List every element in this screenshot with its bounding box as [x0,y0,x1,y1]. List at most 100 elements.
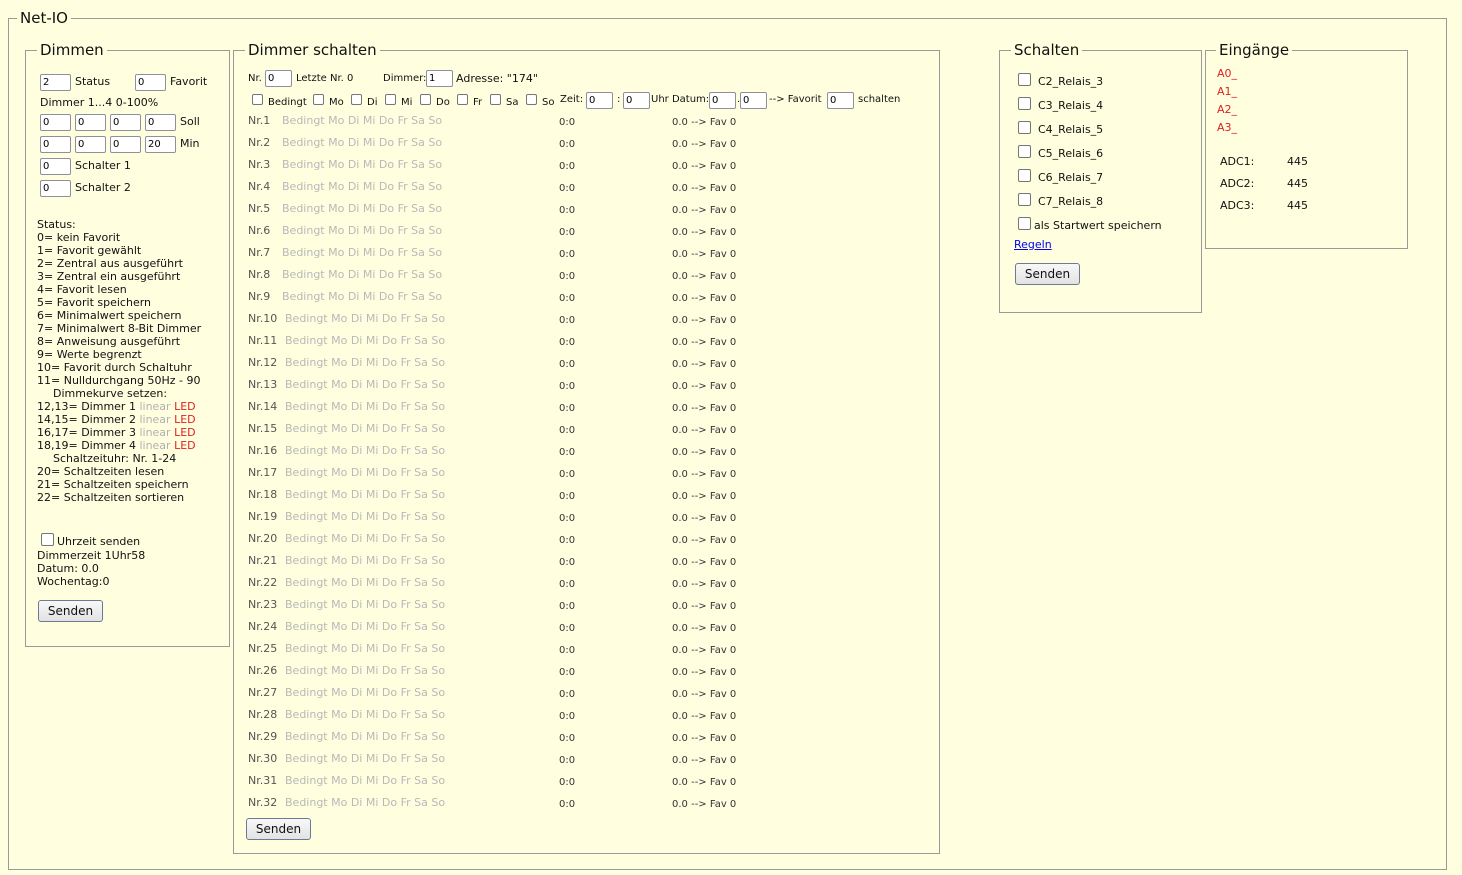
schedule-row-nr: Nr.29 [248,730,278,743]
soll-input-2[interactable] [75,114,106,131]
relay-c4-label: C4_Relais_5 [1038,123,1104,136]
schedule-row-nr: Nr.18 [248,488,278,501]
relay-c2-checkbox[interactable] [1018,73,1031,86]
schedule-row-time: 0:0 [559,645,576,656]
status-line: 5= Favorit speichern [37,296,152,309]
bedingt-label: Bedingt [268,97,307,108]
zeit-hour-input[interactable] [586,92,613,109]
di-checkbox[interactable] [351,94,362,105]
schedule-row-nr: Nr.2 [248,136,271,149]
relay-c6-checkbox[interactable] [1018,169,1031,182]
schedule-row-nr: Nr.22 [248,576,278,589]
schalter1-input[interactable] [40,158,71,175]
schedule-row-nr: Nr.16 [248,444,278,457]
curve-linear: linear [139,413,171,426]
schedule-row-nr: Nr.26 [248,664,278,677]
favorit-input[interactable] [135,74,166,91]
schedule-row-nr: Nr.32 [248,796,278,809]
schedule-row-days: Bedingt Mo Di Mi Do Fr Sa So [285,312,446,325]
status-input[interactable] [40,74,71,91]
favorit-arrow-label: --> Favorit [769,94,822,105]
min-input-3[interactable] [110,136,141,153]
schedule-row-days: Bedingt Mo Di Mi Do Fr Sa So [285,422,446,435]
input-a0: A0_ [1217,67,1238,80]
schedule-row-fav: 0.0 --> Fav 0 [672,425,737,436]
regeln-link[interactable]: Regeln [1014,238,1052,251]
schedule-row-time: 0:0 [559,689,576,700]
schedule-row-fav: 0.0 --> Fav 0 [672,271,737,282]
schedule-row-days: Bedingt Mo Di Mi Do Fr Sa So [282,114,443,127]
soll-input-4[interactable] [145,114,176,131]
schedule-row-nr: Nr.12 [248,356,278,369]
schedule-row-fav: 0.0 --> Fav 0 [672,601,737,612]
schedule-row-nr: Nr.7 [248,246,271,259]
schedule-row-nr: Nr.6 [248,224,271,237]
sa-checkbox[interactable] [490,94,501,105]
relay-c7-checkbox[interactable] [1018,193,1031,206]
min-input-2[interactable] [75,136,106,153]
zeit-separator: : [617,94,621,105]
schedule-row-time: 0:0 [559,755,576,766]
soll-input-1[interactable] [40,114,71,131]
schedule-row-nr: Nr.23 [248,598,278,611]
schedule-row-days: Bedingt Mo Di Mi Do Fr Sa So [285,774,446,787]
mi-checkbox[interactable] [385,94,396,105]
schedule-row-days: Bedingt Mo Di Mi Do Fr Sa So [285,796,446,809]
relay-c5-label: C5_Relais_6 [1038,147,1104,160]
do-checkbox[interactable] [420,94,431,105]
min-input-1[interactable] [40,136,71,153]
schedule-row-nr: Nr.14 [248,400,278,413]
schedule-row-fav: 0.0 --> Fav 0 [672,469,737,480]
soll-input-3[interactable] [110,114,141,131]
schedule-row-time: 0:0 [559,337,576,348]
status-line: 10= Favorit durch Schaltuhr [37,361,192,374]
dimmen-legend: Dimmen [37,42,107,59]
status-line: 7= Minimalwert 8-Bit Dimmer [37,322,202,335]
schalten-label: schalten [858,94,901,105]
do-label: Do [436,97,450,108]
schedule-row-fav: 0.0 --> Fav 0 [672,293,737,304]
schedule-row-time: 0:0 [559,799,576,810]
schedule-row-fav: 0.0 --> Fav 0 [672,161,737,172]
zeit-minute-input[interactable] [623,92,650,109]
schedule-row-fav: 0.0 --> Fav 0 [672,227,737,238]
schedule-row-nr: Nr.19 [248,510,278,523]
relay-c5-checkbox[interactable] [1018,145,1031,158]
startwert-checkbox[interactable] [1018,217,1031,230]
schedule-row-time: 0:0 [559,293,576,304]
schedule-row-days: Bedingt Mo Di Mi Do Fr Sa So [282,290,443,303]
favorit-select-input[interactable] [827,92,854,109]
uhrzeit-label: Uhrzeit senden [57,535,141,548]
schedule-row-nr: Nr.4 [248,180,271,193]
adc1-value: 445 [1287,155,1308,168]
status-header: Status: [37,218,76,231]
schalter2-input[interactable] [40,180,71,197]
dimmer-schalten-send-button[interactable]: Senden [246,818,311,840]
fr-checkbox[interactable] [457,94,468,105]
datum-day-input[interactable] [709,92,736,109]
so-label: So [542,97,555,108]
bedingt-checkbox[interactable] [252,94,263,105]
relay-c7-label: C7_Relais_8 [1038,195,1104,208]
dimmen-send-button[interactable]: Senden [38,600,103,622]
schedule-row-days: Bedingt Mo Di Mi Do Fr Sa So [285,642,446,655]
schedule-row-fav: 0.0 --> Fav 0 [672,535,737,546]
so-checkbox[interactable] [526,94,537,105]
schedule-row-nr: Nr.24 [248,620,278,633]
schedule-row-nr: Nr.5 [248,202,271,215]
mo-checkbox[interactable] [313,94,324,105]
schedule-row-days: Bedingt Mo Di Mi Do Fr Sa So [282,268,443,281]
schedule-row-nr: Nr.11 [248,334,278,347]
uhrzeit-checkbox[interactable] [41,533,54,546]
schedule-row-fav: 0.0 --> Fav 0 [672,799,737,810]
datum-month-input[interactable] [740,92,767,109]
schedule-row-time: 0:0 [559,359,576,370]
min-input-4[interactable] [145,136,176,153]
schalten-send-button[interactable]: Senden [1015,263,1080,285]
nr-input[interactable] [265,70,292,87]
relay-c4-checkbox[interactable] [1018,121,1031,134]
dimmer-input[interactable] [426,70,453,87]
sa-label: Sa [506,97,519,108]
relay-c3-checkbox[interactable] [1018,97,1031,110]
relay-c6-label: C6_Relais_7 [1038,171,1104,184]
